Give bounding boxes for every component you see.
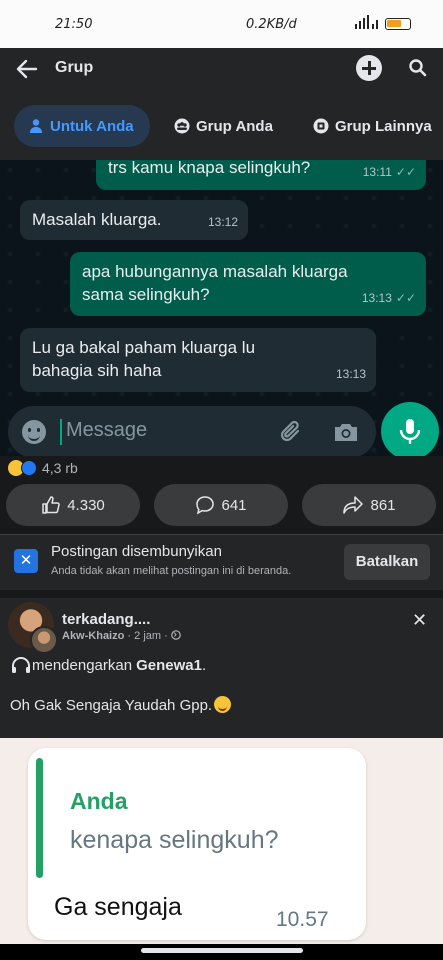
message-text: trs kamu knapa selingkuh? <box>108 160 311 177</box>
hidden-post-subtitle: Anda tidak akan melihat postingan ini di… <box>51 565 292 577</box>
message-time: 13:13 ✓✓ <box>362 287 416 310</box>
attachment-icon <box>280 420 300 442</box>
comment-icon <box>196 496 215 515</box>
gesture-bar <box>0 944 443 960</box>
tab-grup-lainnya[interactable]: Grup Lainnya <box>313 105 432 147</box>
quote-bar <box>36 758 43 878</box>
mic-button <box>381 402 439 456</box>
status-time: 21:50 <box>55 17 93 32</box>
message-input-bar: Message <box>8 406 376 456</box>
emoji-icon <box>22 420 46 444</box>
post-group[interactable]: Akw-Khaizo <box>62 630 124 642</box>
message-text: apa hubungannya masalah kluarga sama sel… <box>82 262 348 304</box>
camera-icon <box>335 424 357 441</box>
tab-label: Grup Lainnya <box>335 117 432 135</box>
globe-icon <box>171 630 181 640</box>
double-check-icon: ✓✓ <box>395 165 416 179</box>
message-text: Masalah kluarga. <box>32 210 162 229</box>
tab-label: Untuk Anda <box>50 117 134 135</box>
network-speed: 0.2KB/d <box>246 17 297 32</box>
arrow-left-icon[interactable] <box>14 56 40 82</box>
close-icon[interactable]: ✕ <box>412 610 427 631</box>
headphones-icon <box>12 657 30 673</box>
battery-icon <box>385 18 411 30</box>
post-actions: 4.330 641 861 <box>0 484 443 526</box>
chat-screenshot: trs kamu knapa selingkuh? 13:11 ✓✓ Masala… <box>0 160 443 456</box>
app-bar: Grup <box>0 48 443 92</box>
double-check-icon: ✓✓ <box>395 291 416 305</box>
group-avatar[interactable] <box>30 626 58 654</box>
like-count: 4.330 <box>67 496 105 514</box>
undo-button[interactable]: Batalkan <box>344 544 430 580</box>
chat-message: trs kamu knapa selingkuh? 13:11 ✓✓ <box>96 160 426 190</box>
group-tabs: Untuk Anda Grup Anda Grup Lainnya <box>0 92 443 160</box>
message-time: 13:13 <box>335 367 366 381</box>
tab-untuk-anda[interactable]: Untuk Anda <box>14 105 150 147</box>
like-icon <box>21 460 37 476</box>
reply-time: 10.57 <box>276 908 329 931</box>
message-text: Lu ga bakal paham kluarga lu bahagia sih… <box>32 338 256 380</box>
message-time: 13:12 <box>207 215 238 229</box>
comment-count: 641 <box>221 496 247 514</box>
reply-text: Ga sengaja <box>54 893 182 921</box>
share-count: 861 <box>370 496 396 514</box>
group-post: terkadang.... Akw-Khaizo · 2 jam · ✕ men… <box>0 598 443 738</box>
close-box-icon: ✕ <box>14 549 38 573</box>
reply-bubble: Anda kenapa selingkuh? Ga sengaja 10.57 <box>28 748 366 940</box>
share-icon <box>343 496 364 514</box>
home-indicator[interactable] <box>141 948 303 953</box>
signal-icon <box>355 15 378 29</box>
search-icon[interactable] <box>408 58 428 78</box>
chat-message: Lu ga bakal paham kluarga lu bahagia sih… <box>20 328 376 392</box>
comment-button[interactable]: 641 <box>154 484 288 526</box>
reaction-summary[interactable]: 4,3 rb <box>8 459 78 477</box>
post-time: 2 jam <box>134 630 162 642</box>
smile-emoji-icon <box>214 696 232 713</box>
like-button[interactable]: 4.330 <box>6 484 140 526</box>
song-name[interactable]: Genewa1 <box>136 657 202 674</box>
compass-icon <box>313 118 329 134</box>
listening-prefix: mendengarkan <box>32 656 133 674</box>
chat-message: Masalah kluarga. 13:12 <box>20 200 248 240</box>
listening-activity: mendengarkan Genewa1. <box>10 656 206 674</box>
person-icon <box>30 119 42 133</box>
thumbs-up-icon <box>42 496 60 514</box>
plus-circle-icon[interactable] <box>356 55 382 81</box>
hidden-post-title: Postingan disembunyikan <box>51 543 222 560</box>
tab-grup-anda[interactable]: Grup Anda <box>174 105 273 147</box>
post-author[interactable]: terkadang.... <box>62 611 150 628</box>
message-placeholder: Message <box>66 419 148 441</box>
page-title: Grup <box>55 59 94 76</box>
hidden-post-notice: ✕ Postingan disembunyikan Anda tidak aka… <box>0 534 443 590</box>
microphone-icon <box>399 419 421 444</box>
share-button[interactable]: 861 <box>302 484 436 526</box>
status-bar: 21:50 0.2KB/d <box>0 0 443 48</box>
post-meta: Akw-Khaizo · 2 jam · <box>62 630 181 642</box>
post-text: Oh Gak Sengaja Yaudah Gpp. <box>10 696 232 714</box>
reaction-count: 4,3 rb <box>42 460 78 476</box>
quote-author: Anda <box>70 788 128 814</box>
post-image[interactable]: Anda kenapa selingkuh? Ga sengaja 10.57 <box>0 738 443 944</box>
quoted-text: kenapa selingkuh? <box>70 826 279 854</box>
tab-label: Grup Anda <box>196 117 273 135</box>
message-time: 13:11 ✓✓ <box>363 161 416 184</box>
chat-message: apa hubungannya masalah kluarga sama sel… <box>70 252 426 316</box>
group-icon <box>174 118 190 134</box>
